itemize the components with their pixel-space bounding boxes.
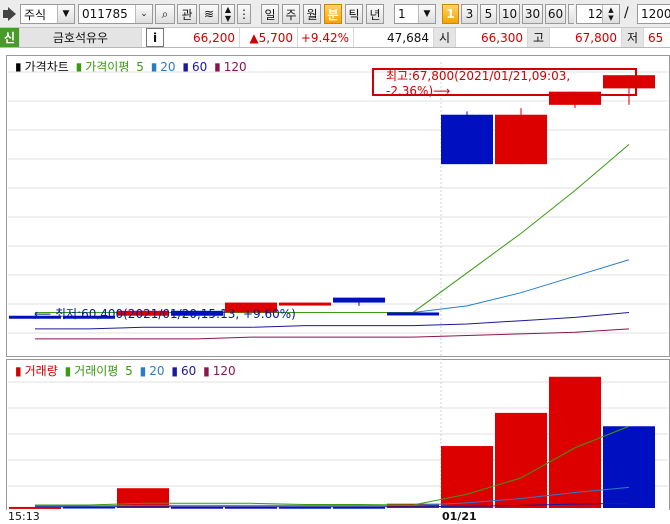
- ma120-line: [35, 328, 630, 340]
- high-price-callout: 최고:67,800(2021/01/21,09:03, -2.36%)⟶: [372, 68, 637, 98]
- x-axis-date-label: 01/21: [442, 510, 477, 523]
- candle-body: [387, 312, 439, 316]
- candle-body: [495, 114, 547, 165]
- x-axis: 15:13 01/21: [0, 510, 670, 524]
- volume-bar: [9, 506, 61, 509]
- volume-bar: [441, 446, 493, 508]
- x-axis-start-label: 15:13: [8, 510, 40, 523]
- volume-bar: [495, 412, 547, 508]
- low-price-callout: ⟵ 최저:60,400(2021/01/20,15:13, +9.60%): [34, 307, 296, 321]
- candle-body: [441, 114, 493, 165]
- volume-bar: [603, 426, 655, 508]
- volume-bar: [549, 376, 601, 508]
- candle-body: [333, 297, 385, 303]
